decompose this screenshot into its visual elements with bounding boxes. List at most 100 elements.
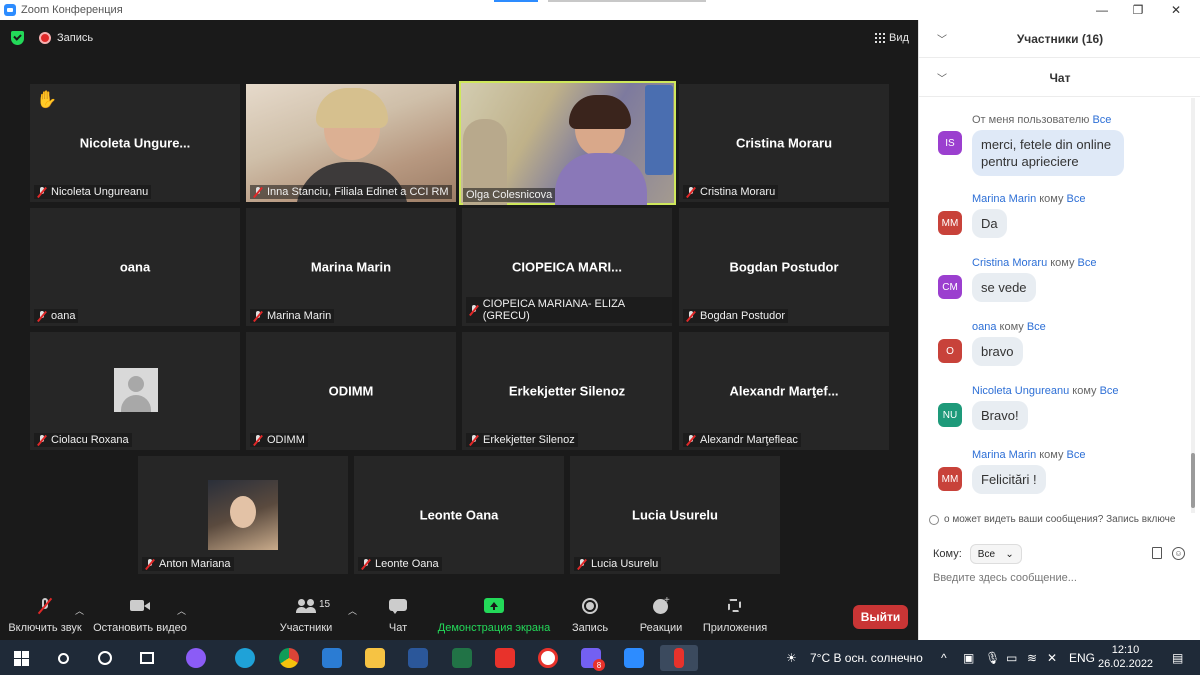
tile-name-label: Erkekjetter Silenoz [466, 433, 578, 447]
chrome-browser-icon[interactable] [276, 645, 302, 671]
smiley-plus-icon: + [651, 595, 671, 614]
weather-status[interactable]: 7°C В осн. солнечно [810, 651, 923, 665]
chat-message-bubble: Da [972, 209, 1007, 238]
zoom-taskbar-icon[interactable] [621, 645, 647, 671]
chat-message-input[interactable] [933, 568, 1188, 588]
video-options-chevron-icon[interactable]: ︿ [177, 604, 186, 617]
maximize-button[interactable]: ❐ [1120, 0, 1156, 20]
alice-icon[interactable] [183, 645, 209, 671]
tray-chevron-up-icon[interactable]: ^ [941, 651, 947, 665]
video-tile[interactable]: Lucia Usurelu Lucia Usurelu [570, 456, 780, 574]
mic-muted-icon [37, 434, 47, 446]
file-explorer-icon[interactable] [362, 645, 388, 671]
audio-options-chevron-icon[interactable]: ︿ [75, 604, 84, 617]
chevron-down-icon[interactable]: ﹀ [937, 70, 947, 85]
mic-muted-icon [253, 310, 263, 322]
tray-app-icon[interactable]: ▣ [963, 651, 974, 665]
video-tile[interactable]: Leonte Oana Leonte Oana [354, 456, 564, 574]
unmute-button[interactable]: Включить звук [4, 576, 86, 640]
video-tile[interactable]: oana oana [30, 208, 240, 326]
excel-icon[interactable] [449, 645, 475, 671]
security-shield-icon[interactable] [11, 31, 24, 45]
video-tile[interactable]: ✋ Nicoleta Ungure... Nicoleta Ungureanu [30, 84, 240, 202]
active-app-icon[interactable] [660, 645, 698, 671]
file-icon[interactable] [1152, 547, 1162, 559]
yandex-browser-icon[interactable] [535, 645, 561, 671]
titlebar-indicator [494, 0, 538, 2]
chat-message-bubble: bravo [972, 337, 1023, 366]
record-button[interactable]: Запись [566, 576, 614, 640]
language-indicator[interactable]: ENG [1069, 651, 1095, 665]
video-tile[interactable]: Ciolacu Roxana [30, 332, 240, 450]
window-titlebar: Zoom Конференция — ❐ ✕ [0, 0, 1200, 20]
search-icon[interactable] [50, 645, 76, 671]
chat-header[interactable]: ﹀ Чат [919, 59, 1200, 97]
recording-icon[interactable] [39, 32, 51, 44]
chat-message-bubble: se vede [972, 273, 1036, 302]
cortana-icon[interactable] [92, 645, 118, 671]
recipient-select[interactable]: Все ⌄ [969, 544, 1022, 564]
video-tile[interactable]: ODIMM ODIMM [246, 332, 456, 450]
scrollbar-thumb[interactable] [1191, 453, 1195, 508]
participants-options-chevron-icon[interactable]: ︿ [348, 604, 357, 617]
video-tile[interactable]: Marina Marin Marina Marin [246, 208, 456, 326]
notifications-icon[interactable]: ▤ [1172, 651, 1183, 665]
windows-start-icon[interactable] [8, 645, 34, 671]
microphone-icon[interactable]: 🎙 [985, 651, 1000, 665]
stop-video-button[interactable]: Остановить видео [92, 576, 188, 640]
emoji-icon[interactable]: ☺ [1172, 547, 1185, 560]
battery-icon[interactable]: ▭ [1006, 651, 1017, 665]
tile-name-label: Leonte Oana [358, 557, 442, 571]
message-meta: Nicoleta Ungureanu кому Все [972, 385, 1119, 397]
tile-name-label: CIOPEICA MARIANA- ELIZA (GRECU) [466, 297, 672, 323]
chevron-down-icon: ⌄ [1005, 548, 1014, 560]
chat-button[interactable]: Чат [378, 576, 418, 640]
share-screen-icon [484, 598, 504, 614]
record-icon [580, 598, 600, 614]
chat-scrollbar[interactable] [1191, 98, 1195, 513]
video-tile[interactable]: Erkekjetter Silenoz Erkekjetter Silenoz [462, 332, 672, 450]
close-button[interactable]: ✕ [1158, 0, 1194, 20]
speaker-muted-icon[interactable]: ✕ [1047, 651, 1057, 665]
grid-view-icon[interactable] [875, 33, 885, 43]
yandex-icon[interactable] [492, 645, 518, 671]
recording-label[interactable]: Запись [57, 32, 93, 44]
system-clock[interactable]: 12:10 26.02.2022 [1098, 643, 1153, 671]
recipient-label: Кому: [933, 548, 962, 560]
wifi-icon[interactable]: ≋ [1027, 651, 1037, 665]
video-tile-active-speaker[interactable]: Olga Colesnicova [459, 81, 676, 205]
weather-icon[interactable]: ☀ [786, 651, 797, 665]
task-view-icon[interactable] [134, 645, 160, 671]
video-tile[interactable]: Inna Stanciu, Filiala Edinet a CCI RM [246, 84, 456, 202]
reactions-button[interactable]: + Реакции [634, 576, 688, 640]
participant-hair [316, 88, 388, 128]
viber-icon[interactable]: 8 [578, 645, 605, 671]
side-panel: ﹀ Участники (16) ﹀ Чат От меня пользоват… [918, 20, 1200, 640]
edge-browser-icon[interactable] [232, 645, 258, 671]
tile-center-name: Cristina Moraru [735, 135, 833, 151]
apps-button[interactable]: Приложения [700, 576, 770, 640]
titlebar-indicator-secondary [548, 0, 706, 2]
share-screen-button[interactable]: Демонстрация экрана [436, 576, 552, 640]
video-tile[interactable]: Alexandr Marţef... Alexandr Marţefleac [679, 332, 889, 450]
chat-visibility-notice[interactable]: о может видеть ваши сообщения? Запись вк… [929, 514, 1191, 525]
video-tile[interactable]: Cristina Moraru Cristina Moraru [679, 84, 889, 202]
mail-icon[interactable] [319, 645, 345, 671]
word-icon[interactable] [405, 645, 431, 671]
notification-badge: 8 [593, 659, 605, 671]
meeting-area: Запись Вид ✋ Nicoleta Ungure... Nicoleta… [0, 20, 918, 640]
avatar: IS [938, 131, 962, 155]
tile-center-name: CIOPEICA MARI... [511, 259, 623, 275]
mic-muted-icon [361, 558, 371, 570]
video-tile[interactable]: CIOPEICA MARI... CIOPEICA MARIANA- ELIZA… [462, 208, 672, 326]
view-button[interactable]: Вид [889, 32, 909, 44]
mic-muted-icon [145, 558, 155, 570]
chevron-down-icon[interactable]: ﹀ [937, 31, 947, 46]
minimize-button[interactable]: — [1084, 0, 1120, 20]
video-tile[interactable]: Anton Mariana [138, 456, 348, 574]
chat-bubble-icon [388, 598, 408, 614]
video-tile[interactable]: Bogdan Postudor Bogdan Postudor [679, 208, 889, 326]
tile-center-name: oana [119, 259, 151, 275]
participants-header[interactable]: ﹀ Участники (16) [919, 20, 1200, 58]
leave-button[interactable]: Выйти [853, 605, 908, 629]
